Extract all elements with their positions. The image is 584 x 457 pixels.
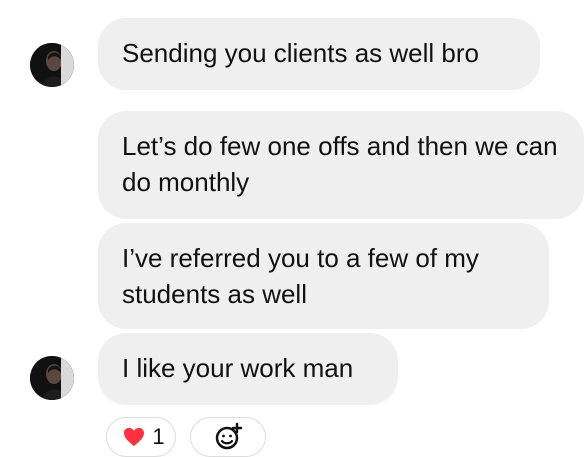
message-text: I’ve referred you to a few of my student… bbox=[122, 243, 479, 309]
avatar[interactable] bbox=[30, 43, 74, 87]
message-text: I like your work man bbox=[122, 353, 354, 383]
message-reactions: 1 bbox=[106, 417, 266, 457]
user-avatar-image bbox=[30, 356, 74, 400]
add-reaction-button[interactable] bbox=[190, 417, 266, 457]
avatar[interactable] bbox=[30, 356, 74, 400]
heart-icon bbox=[123, 427, 145, 447]
message-bubble[interactable]: I like your work man bbox=[98, 333, 398, 405]
message-bubble[interactable]: Let’s do few one offs and then we can do… bbox=[98, 111, 584, 219]
chat-thread: Sending you clients as well bro Let’s do… bbox=[0, 0, 584, 457]
message-text: Sending you clients as well bro bbox=[122, 38, 479, 68]
add-reaction-icon bbox=[213, 422, 243, 452]
reaction-count: 1 bbox=[152, 424, 165, 449]
message-text: Let’s do few one offs and then we can do… bbox=[122, 131, 558, 197]
user-avatar-image bbox=[30, 43, 74, 87]
heart-reaction-button[interactable]: 1 bbox=[106, 417, 176, 457]
message-bubble[interactable]: Sending you clients as well bro bbox=[98, 18, 540, 90]
message-bubble[interactable]: I’ve referred you to a few of my student… bbox=[98, 223, 549, 329]
